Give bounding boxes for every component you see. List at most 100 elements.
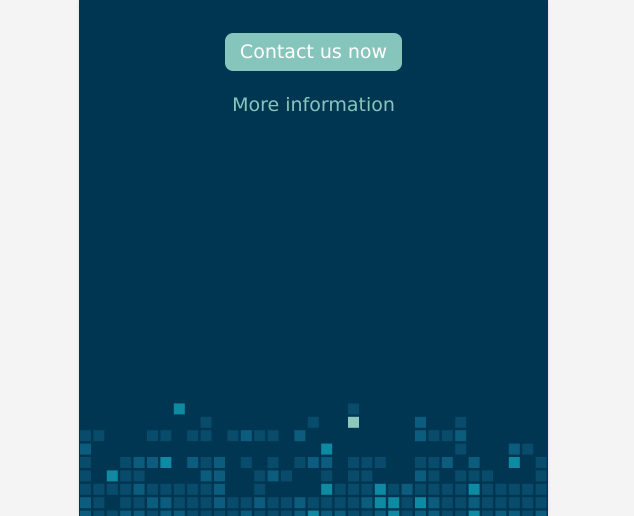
pixel-tile	[93, 430, 105, 442]
pixel-tile	[361, 457, 373, 468]
pixel-tile	[227, 497, 239, 509]
pixel-tile	[281, 470, 292, 482]
pixel-tile	[267, 430, 279, 442]
pixel-tile	[321, 470, 333, 482]
pixel-tile	[173, 403, 185, 415]
pixel-tile	[334, 497, 346, 509]
pixel-tile	[214, 497, 225, 509]
pixel-tile	[522, 497, 534, 509]
pixel-tile	[267, 497, 279, 509]
cta-panel: Contact us now More information	[79, 0, 548, 516]
pixel-tile	[147, 457, 158, 468]
pixel-tile	[321, 497, 333, 509]
pixel-tile	[361, 483, 373, 495]
pixel-tile	[495, 483, 507, 495]
pixel-tile	[428, 510, 440, 516]
pixel-tile	[415, 483, 426, 495]
pixel-tile	[348, 457, 359, 468]
pixel-tile	[133, 483, 145, 495]
pixel-tile	[173, 510, 185, 516]
pixel-tile	[522, 443, 534, 455]
pixel-tile	[361, 510, 373, 516]
pixel-tile	[455, 483, 467, 495]
pixel-tile	[455, 416, 467, 428]
pixel-tile	[254, 483, 266, 495]
pixel-tile	[133, 510, 145, 516]
pixel-tile	[214, 470, 225, 482]
pixel-tile	[482, 483, 493, 495]
pixel-tile	[80, 457, 91, 468]
pixel-tile	[428, 470, 440, 482]
pixel-tile	[321, 443, 333, 455]
pixel-tile	[468, 497, 480, 509]
pixel-tile	[441, 430, 453, 442]
pixel-tile	[173, 483, 185, 495]
pixel-tile	[307, 416, 319, 428]
pixel-tile	[160, 510, 172, 516]
pixel-tile	[281, 497, 292, 509]
pixel-tile	[415, 457, 426, 468]
pixel-tile	[214, 510, 225, 516]
pixel-tile	[254, 497, 266, 509]
pixel-tile	[80, 483, 91, 495]
pixel-tile	[267, 510, 279, 516]
pixel-tile	[187, 457, 199, 468]
pixel-tile	[441, 457, 453, 468]
pixel-tile	[187, 497, 199, 509]
pixel-tile	[415, 497, 426, 509]
pixel-tile	[254, 510, 266, 516]
pixel-tile	[348, 470, 359, 482]
pixel-tile	[468, 457, 480, 468]
pixel-tile	[120, 457, 132, 468]
more-information-link[interactable]: More information	[79, 93, 548, 117]
pixel-tile	[348, 497, 359, 509]
pixel-tile	[120, 483, 132, 495]
pixel-pattern-decoration	[80, 403, 547, 516]
pixel-tile	[482, 510, 493, 516]
pixel-tile	[441, 510, 453, 516]
pixel-tile	[147, 510, 158, 516]
pixel-tile	[160, 497, 172, 509]
pixel-tile	[200, 497, 212, 509]
pixel-tile	[374, 457, 386, 468]
pixel-tile	[200, 483, 212, 495]
pixel-tile	[321, 510, 333, 516]
pixel-tile	[321, 457, 333, 468]
pixel-tile	[441, 497, 453, 509]
pixel-tile	[267, 457, 279, 468]
pixel-tile	[120, 510, 132, 516]
pixel-tile	[415, 430, 426, 442]
pixel-tile	[254, 470, 266, 482]
pixel-tile	[535, 483, 547, 495]
pixel-tile	[468, 470, 480, 482]
pixel-tile	[120, 470, 132, 482]
pixel-tile	[240, 497, 252, 509]
pixel-tile	[361, 497, 373, 509]
pixel-tile	[240, 430, 252, 442]
pixel-tile	[147, 483, 158, 495]
pixel-tile	[348, 483, 359, 495]
pixel-tile	[468, 510, 480, 516]
pixel-tile	[200, 430, 212, 442]
pixel-tile	[214, 483, 225, 495]
pixel-tile	[307, 510, 319, 516]
pixel-tile	[428, 430, 440, 442]
pixel-tile	[415, 510, 426, 516]
pixel-tile	[508, 457, 520, 468]
pixel-tile	[120, 497, 132, 509]
pixel-tile	[200, 470, 212, 482]
pixel-tile	[508, 510, 520, 516]
pixel-tile	[374, 510, 386, 516]
contact-us-button[interactable]: Contact us now	[225, 33, 402, 71]
pixel-tile	[334, 510, 346, 516]
pixel-tile	[200, 510, 212, 516]
pixel-tile	[428, 483, 440, 495]
pixel-tile	[455, 443, 467, 455]
pixel-tile	[187, 430, 199, 442]
pixel-tile	[294, 457, 306, 468]
pixel-tile	[93, 497, 105, 509]
pixel-tile	[267, 470, 279, 482]
pixel-tile	[522, 483, 534, 495]
pixel-tile	[455, 497, 467, 509]
pixel-tile	[535, 457, 547, 468]
